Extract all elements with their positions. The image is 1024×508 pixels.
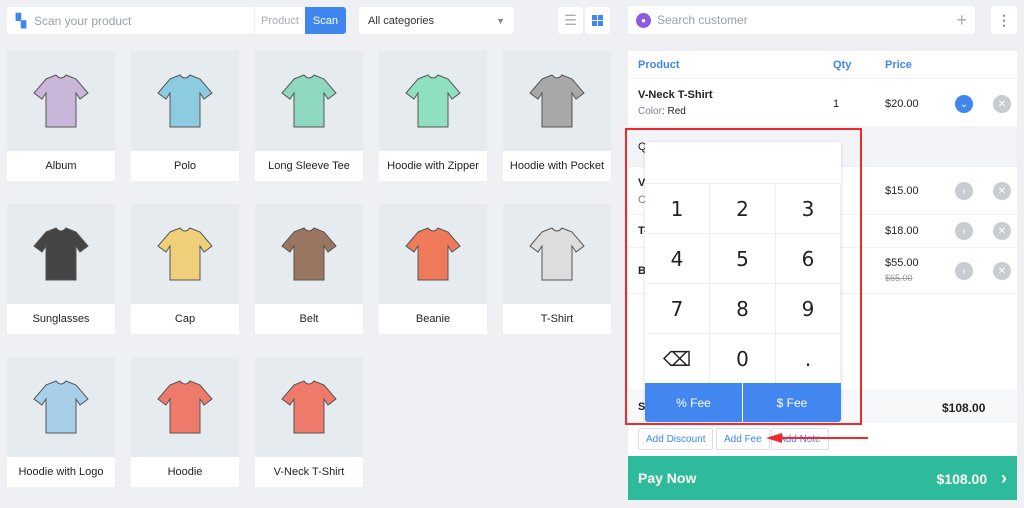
grid-view-button[interactable] (585, 7, 610, 34)
scan-input[interactable]: Scan your product (34, 14, 254, 28)
product-name: Beanie (379, 304, 487, 334)
category-select[interactable]: All categories ▼ (359, 7, 514, 34)
item-qty: 1 (833, 98, 840, 110)
product-name: Belt (255, 304, 363, 334)
product-tile[interactable]: Hoodie with Logo (7, 357, 115, 487)
product-image (7, 204, 115, 304)
product-mode-label[interactable]: Product (254, 7, 305, 34)
product-name: Long Sleeve Tee (255, 151, 363, 181)
list-icon: ☰ (564, 12, 577, 28)
kebab-icon: ⋮ (997, 11, 1011, 28)
pay-now-button[interactable]: Pay Now $108.00 › (628, 456, 1017, 500)
product-tile[interactable]: Polo (131, 51, 239, 181)
pay-label: Pay Now (638, 470, 697, 486)
remove-icon[interactable]: ✕ (993, 262, 1011, 280)
product-tile[interactable]: V-Neck T-Shirt (255, 357, 363, 487)
chevron-right-icon: › (1001, 467, 1007, 488)
remove-icon[interactable]: ✕ (993, 95, 1011, 113)
product-tile[interactable]: T-Shirt (503, 204, 611, 334)
caret-down-icon: ▼ (496, 15, 505, 26)
subtotal-value: $108.00 (942, 401, 986, 415)
item-original-price: $65.00 (885, 273, 913, 283)
product-name: Hoodie with Logo (7, 457, 115, 487)
product-tile[interactable]: Long Sleeve Tee (255, 51, 363, 181)
customer-search-input[interactable]: Search customer (657, 13, 956, 27)
product-name: Sunglasses (7, 304, 115, 334)
product-tile[interactable]: Hoodie with Pocket (503, 51, 611, 181)
header-price: Price (885, 59, 912, 71)
add-discount-button[interactable]: Add Discount (638, 428, 714, 450)
category-value: All categories (368, 14, 435, 27)
item-price: $15.00 (885, 185, 919, 197)
product-image (503, 204, 611, 304)
barcode-icon: ▚ (16, 12, 26, 28)
user-icon: ● (636, 12, 651, 28)
product-name: Hoodie with Zipper (379, 151, 487, 181)
product-name: V-Neck T-Shirt (255, 457, 363, 487)
product-image (255, 51, 363, 151)
more-menu-button[interactable]: ⋮ (991, 6, 1017, 34)
cart-header: Product Qty Price (628, 51, 1017, 79)
product-image (255, 357, 363, 457)
item-price: $20.00 (885, 98, 919, 110)
product-tile[interactable]: Belt (255, 204, 363, 334)
product-image (7, 357, 115, 457)
scan-button[interactable]: Scan (304, 7, 346, 34)
remove-icon[interactable]: ✕ (993, 222, 1011, 240)
header-qty: Qty (833, 59, 852, 71)
customer-search[interactable]: ● Search customer + (628, 6, 975, 34)
product-image (255, 204, 363, 304)
expand-icon[interactable]: › (955, 182, 973, 200)
collapse-icon[interactable]: ⌄ (955, 95, 973, 113)
item-name: V-Neck T-Shirt (638, 89, 713, 101)
remove-icon[interactable]: ✕ (993, 182, 1011, 200)
product-image (131, 51, 239, 151)
grid-icon (592, 15, 603, 26)
pay-total: $108.00 (936, 470, 988, 487)
item-price: $55.00 (885, 257, 919, 269)
add-fee-button[interactable]: Add Fee (716, 428, 770, 450)
product-tile[interactable]: Cap (131, 204, 239, 334)
product-tile[interactable]: Beanie (379, 204, 487, 334)
highlight-box (625, 128, 862, 425)
product-name: Hoodie (131, 457, 239, 487)
product-tile[interactable]: Hoodie (131, 357, 239, 487)
product-image (379, 51, 487, 151)
attr-label: Color (638, 106, 662, 117)
product-image (131, 357, 239, 457)
product-image (503, 51, 611, 151)
product-tile[interactable]: Sunglasses (7, 204, 115, 334)
product-name: Polo (131, 151, 239, 181)
cart-item[interactable]: V-Neck T-Shirt Color: Red 1 $20.00 ⌄ ✕ (628, 79, 1017, 127)
expand-icon[interactable]: › (955, 222, 973, 240)
header-product: Product (638, 59, 680, 71)
attr-value: Red (667, 106, 686, 117)
product-name: Album (7, 151, 115, 181)
product-image (7, 51, 115, 151)
product-tile[interactable]: Album (7, 51, 115, 181)
expand-icon[interactable]: › (955, 262, 973, 280)
add-customer-icon[interactable]: + (956, 10, 967, 31)
product-image (379, 204, 487, 304)
list-view-button[interactable]: ☰ (558, 7, 583, 34)
product-image (131, 204, 239, 304)
scan-product-field[interactable]: ▚ Scan your product Product Scan (7, 7, 346, 34)
product-name: Hoodie with Pocket (503, 151, 611, 181)
product-tile[interactable]: Hoodie with Zipper (379, 51, 487, 181)
product-name: T-Shirt (503, 304, 611, 334)
annotation-arrow (766, 433, 868, 443)
item-price: $18.00 (885, 225, 919, 237)
product-name: Cap (131, 304, 239, 334)
